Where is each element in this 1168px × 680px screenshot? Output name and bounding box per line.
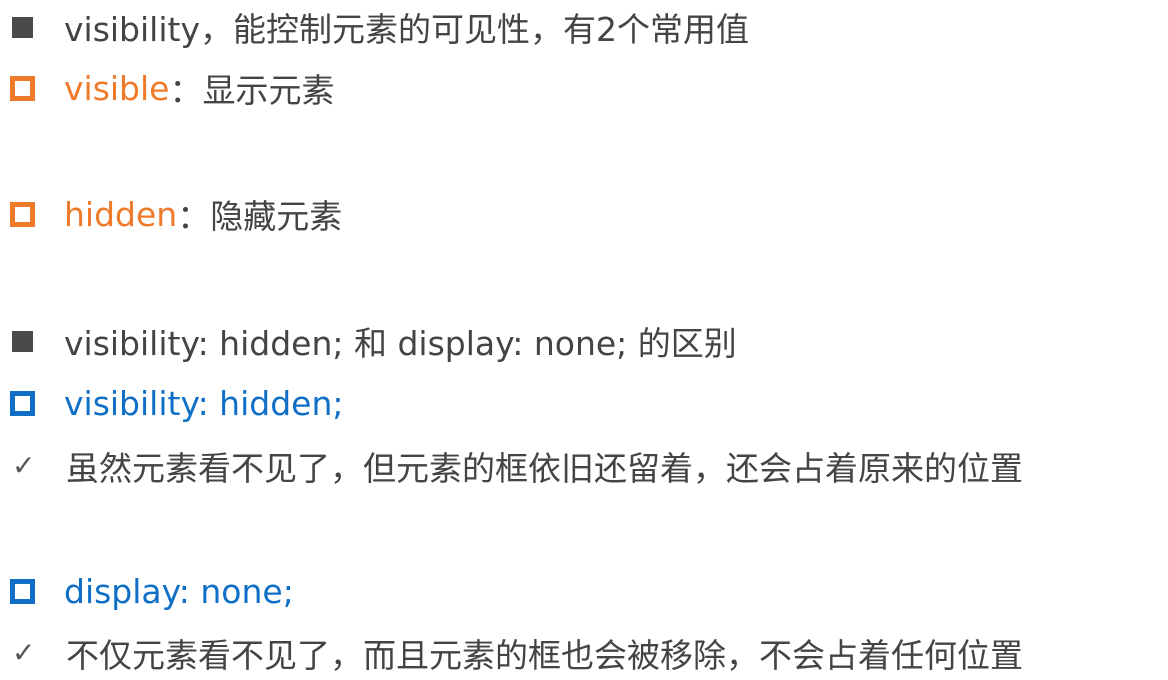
keyword-visibility-hidden: visibility: hidden; — [64, 383, 344, 423]
check-icon: ✓ — [12, 636, 36, 669]
filled-square-bullet-icon — [12, 16, 33, 38]
intro-text: visibility，能控制元素的可见性，有2个常用值 — [64, 10, 749, 49]
line-visibility-hidden-explanation: ✓ 虽然元素看不见了，但元素的框依旧还留着，还会占着原来的位置 — [10, 443, 1023, 489]
line-difference-heading: visibility: hidden; 和 display: none; 的区别 — [10, 318, 737, 364]
visible-description: ：显示元素 — [169, 71, 335, 110]
hollow-square-bullet-icon — [10, 390, 35, 416]
line-visibility-intro: visibility，能控制元素的可见性，有2个常用值 — [10, 4, 749, 50]
visibility-hidden-explanation: 虽然元素看不见了，但元素的框依旧还留着，还会占着原来的位置 — [66, 449, 1023, 488]
check-icon: ✓ — [12, 449, 36, 482]
hollow-square-bullet-icon — [10, 75, 35, 101]
line-visibility-hidden: visibility: hidden; — [10, 380, 344, 426]
keyword-visible: visible — [64, 68, 170, 108]
keyword-hidden: hidden — [64, 194, 178, 234]
line-display-none-explanation: ✓ 不仅元素看不见了，而且元素的框也会被移除，不会占着任何位置 — [10, 630, 1023, 676]
line-visible-value: visible ：显示元素 — [10, 65, 334, 111]
hidden-description: ：隐藏元素 — [177, 197, 343, 236]
keyword-display-none: display: none; — [64, 571, 294, 611]
display-none-explanation: 不仅元素看不见了，而且元素的框也会被移除，不会占着任何位置 — [66, 636, 1023, 675]
hollow-square-bullet-icon — [10, 201, 35, 227]
filled-square-bullet-icon — [12, 330, 33, 352]
line-display-none: display: none; — [10, 568, 294, 614]
hollow-square-bullet-icon — [10, 578, 35, 604]
difference-heading-text: visibility: hidden; 和 display: none; 的区别 — [64, 324, 737, 363]
line-hidden-value: hidden ：隐藏元素 — [10, 191, 342, 237]
